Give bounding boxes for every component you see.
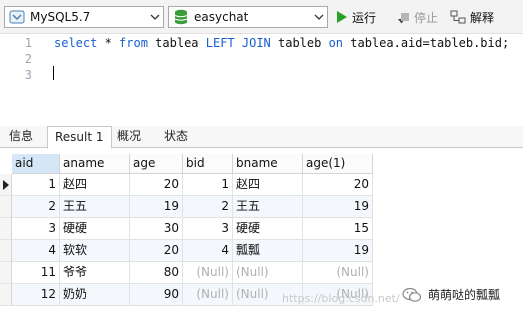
result-tab-bar: 信息 Result 1 概况 状态 [0,126,523,149]
text-caret [53,66,54,80]
cell-aname[interactable]: 软软 [60,240,130,262]
cell-bname[interactable]: 王五 [233,196,303,218]
cell-aid[interactable]: 12 [12,284,60,306]
cell-aname[interactable]: 奶奶 [60,284,130,306]
watermark-brand: 萌萌哒的瓢瓢 [402,286,500,303]
cell-age[interactable]: 30 [130,218,183,240]
editor-line: 2 [0,52,523,68]
cell-bname[interactable]: 瓢瓢 [233,240,303,262]
chevron-down-icon [311,7,327,27]
line-number: 2 [24,52,32,66]
run-button[interactable]: 运行 [336,8,376,26]
cell-age-1[interactable]: 15 [303,218,373,240]
row-indicator[interactable] [0,262,12,284]
toolbar: MySQL5.7 easychat 运行 停止 解释 [0,0,523,34]
column-header-age-1[interactable]: age(1) [303,154,373,174]
cell-age[interactable]: 80 [130,262,183,284]
cell-aid[interactable]: 2 [12,196,60,218]
sql-editor[interactable]: 1 select * from tablea LEFT JOIN tableb … [0,34,523,124]
column-header-bid[interactable]: bid [183,154,233,174]
editor-line: 3 [0,68,523,84]
cell-aname[interactable]: 王五 [60,196,130,218]
tab-result-1[interactable]: Result 1 [47,126,112,149]
cell-bname[interactable]: 硬硬 [233,218,303,240]
cell-aid[interactable]: 4 [12,240,60,262]
cell-bid[interactable]: (Null) [183,284,233,306]
line-number: 1 [24,36,32,50]
explain-label: 解释 [470,10,495,25]
cell-bname[interactable]: (Null) [233,262,303,284]
cell-bid[interactable]: 4 [183,240,233,262]
editor-line: 1 select * from tablea LEFT JOIN tableb … [0,36,523,52]
watermark-url: https://blog.csdn.net/ [282,292,400,305]
stop-label: 停止 [414,10,439,25]
watermark-brand-text: 萌萌哒的瓢瓢 [428,288,501,302]
column-header-aname[interactable]: aname [60,154,130,174]
cell-bid[interactable]: 3 [183,218,233,240]
cell-age[interactable]: 20 [130,174,183,196]
database-select[interactable]: easychat [168,6,328,28]
chevron-down-icon [147,7,163,27]
column-header-age[interactable]: age [130,154,183,174]
wechat-icon [402,287,422,303]
row-indicator[interactable] [0,174,12,196]
cell-age-1[interactable]: 19 [303,196,373,218]
sql-statement: select * from tablea LEFT JOIN tableb on… [54,36,510,50]
cell-bid[interactable]: 1 [183,174,233,196]
connection-select[interactable]: MySQL5.7 [4,6,164,28]
connection-value: MySQL5.7 [30,10,91,24]
tab-info[interactable]: 信息 [2,126,40,148]
row-indicator[interactable] [0,284,12,306]
tab-status[interactable]: 状态 [157,126,195,148]
cell-bid[interactable]: (Null) [183,262,233,284]
column-header-bname[interactable]: bname [233,154,303,174]
cell-age-1[interactable]: (Null) [303,262,373,284]
cell-bname[interactable]: 赵四 [233,174,303,196]
cell-age-1[interactable]: 20 [303,174,373,196]
explain-button[interactable]: 解释 [450,8,494,26]
cell-aname[interactable]: 硬硬 [60,218,130,240]
line-number: 3 [24,68,32,82]
database-value: easychat [194,10,249,24]
current-row-arrow-icon [3,180,9,190]
tab-profile[interactable]: 概况 [110,126,148,148]
cell-aname[interactable]: 赵四 [60,174,130,196]
database-icon [172,8,190,26]
row-indicator[interactable] [0,196,12,218]
cell-age[interactable]: 20 [130,240,183,262]
cell-aid[interactable]: 3 [12,218,60,240]
cell-age[interactable]: 90 [130,284,183,306]
stop-icon [400,12,410,22]
run-label: 运行 [352,10,377,25]
play-icon [336,10,348,24]
cell-aname[interactable]: 爷爷 [60,262,130,284]
cell-age-1[interactable]: 19 [303,240,373,262]
row-indicator[interactable] [0,240,12,262]
row-indicator[interactable] [0,218,12,240]
cell-aid[interactable]: 11 [12,262,60,284]
stop-button[interactable]: 停止 [400,8,438,26]
cell-age[interactable]: 19 [130,196,183,218]
explain-icon [450,10,466,24]
mysql-connection-icon [8,8,26,26]
cell-aid[interactable]: 1 [12,174,60,196]
cell-bid[interactable]: 2 [183,196,233,218]
column-header-aid[interactable]: aid [12,154,60,174]
